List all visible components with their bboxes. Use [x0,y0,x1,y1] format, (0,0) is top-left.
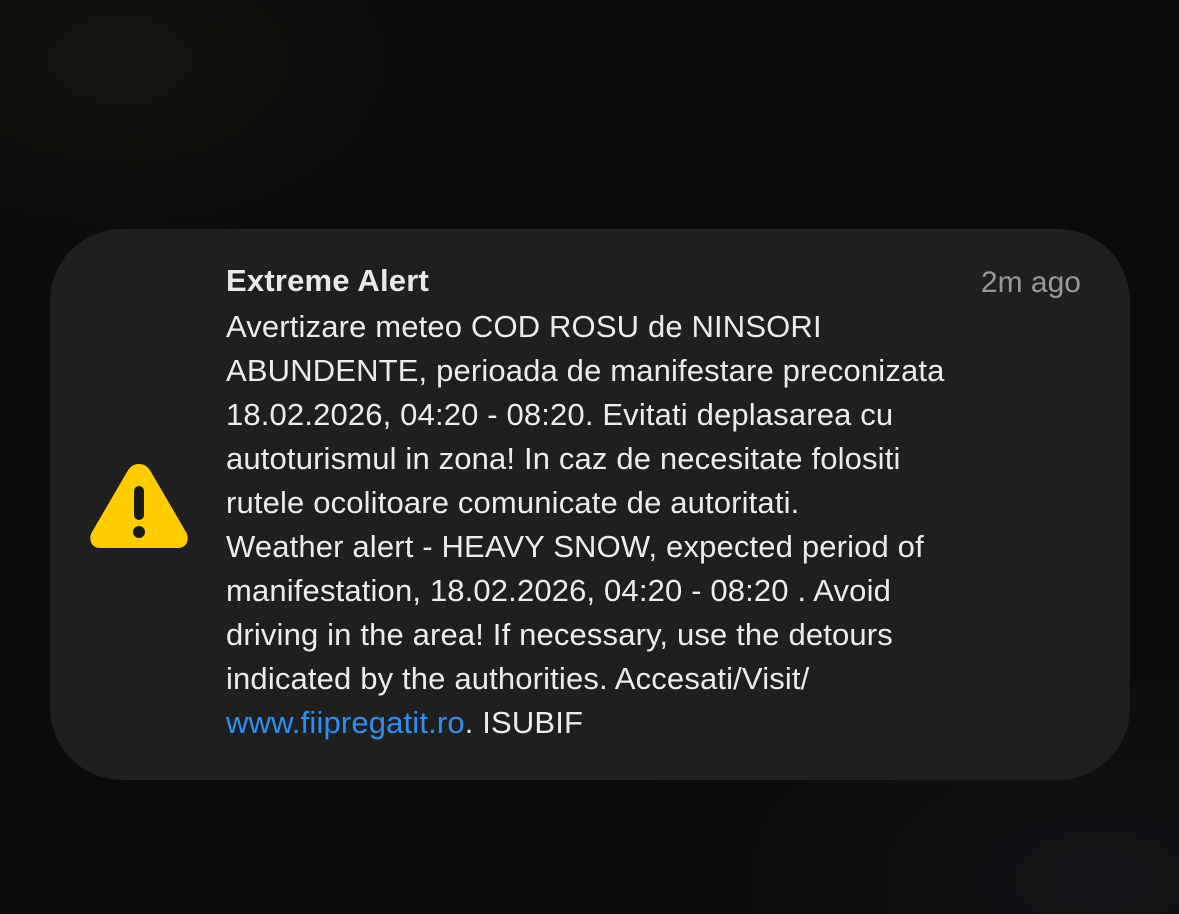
alert-title: Extreme Alert [226,263,430,298]
alert-message-line: driving in the area! If necessary, use t… [226,617,893,652]
alert-message: Avertizare meteo COD ROSU de NINSORI ABU… [226,305,1096,745]
alert-message-suffix: . ISUBIF [464,705,584,740]
alert-message-line: autoturismul in zona! In caz de necesita… [226,441,901,476]
alert-message-line: manifestation, 18.02.2026, 04:20 - 08:20… [226,573,891,608]
alert-message-line: ABUNDENTE, perioada de manifestare preco… [226,353,945,388]
alert-message-last-line: www.fiipregatit.ro. ISUBIF [226,701,1096,745]
fiipregatit-link[interactable]: www.fiipregatit.ro [226,705,465,740]
alert-message-line: Weather alert - HEAVY SNOW, expected per… [226,529,924,564]
alert-message-line: rutele ocolitoare comunicate de autorita… [226,485,800,520]
alert-message-line: indicated by the authorities. Accesati/V… [226,661,810,696]
alert-timestamp: 2m ago [980,266,1081,299]
alert-message-line: 18.02.2026, 04:20 - 08:20. Evitati depla… [226,397,894,432]
alert-message-line: Avertizare meteo COD ROSU de NINSORI [226,309,822,344]
warning-triangle-icon [90,464,188,548]
